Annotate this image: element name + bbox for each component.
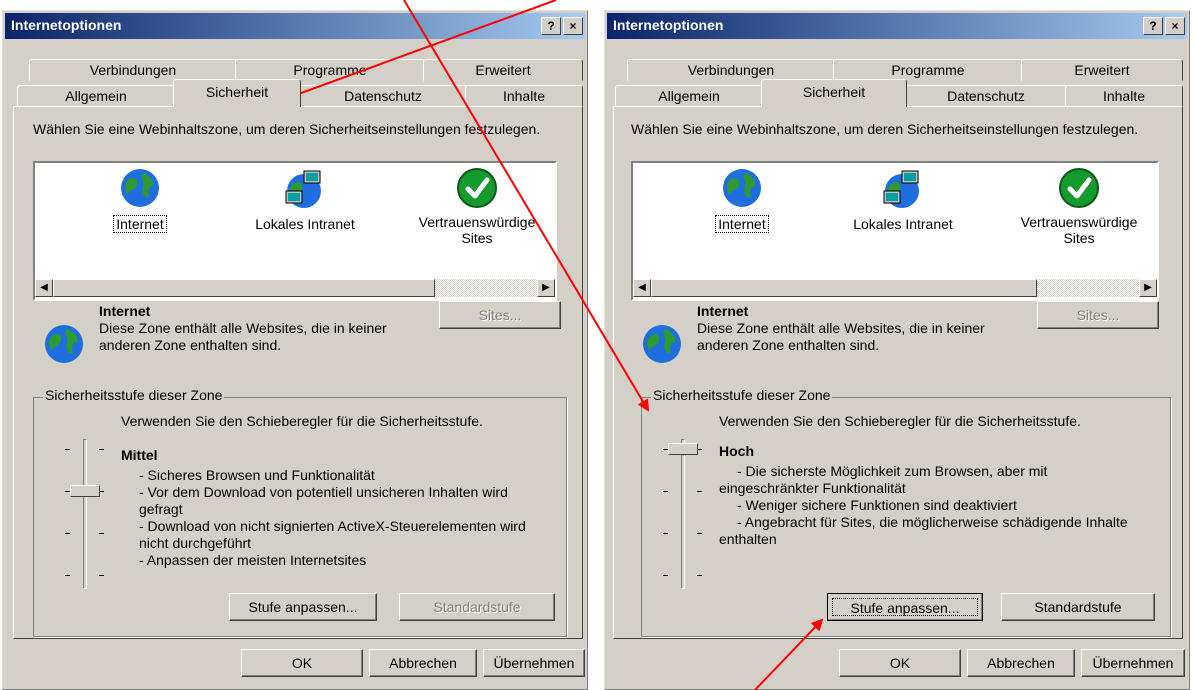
tab-sicherheit[interactable]: Sicherheit xyxy=(173,79,301,107)
tab-sicherheit[interactable]: Sicherheit xyxy=(761,79,907,107)
arrow-to-custom-level-button xyxy=(754,618,824,690)
arrow-to-security-level xyxy=(403,0,650,412)
arrow-to-security-tab xyxy=(280,0,557,103)
